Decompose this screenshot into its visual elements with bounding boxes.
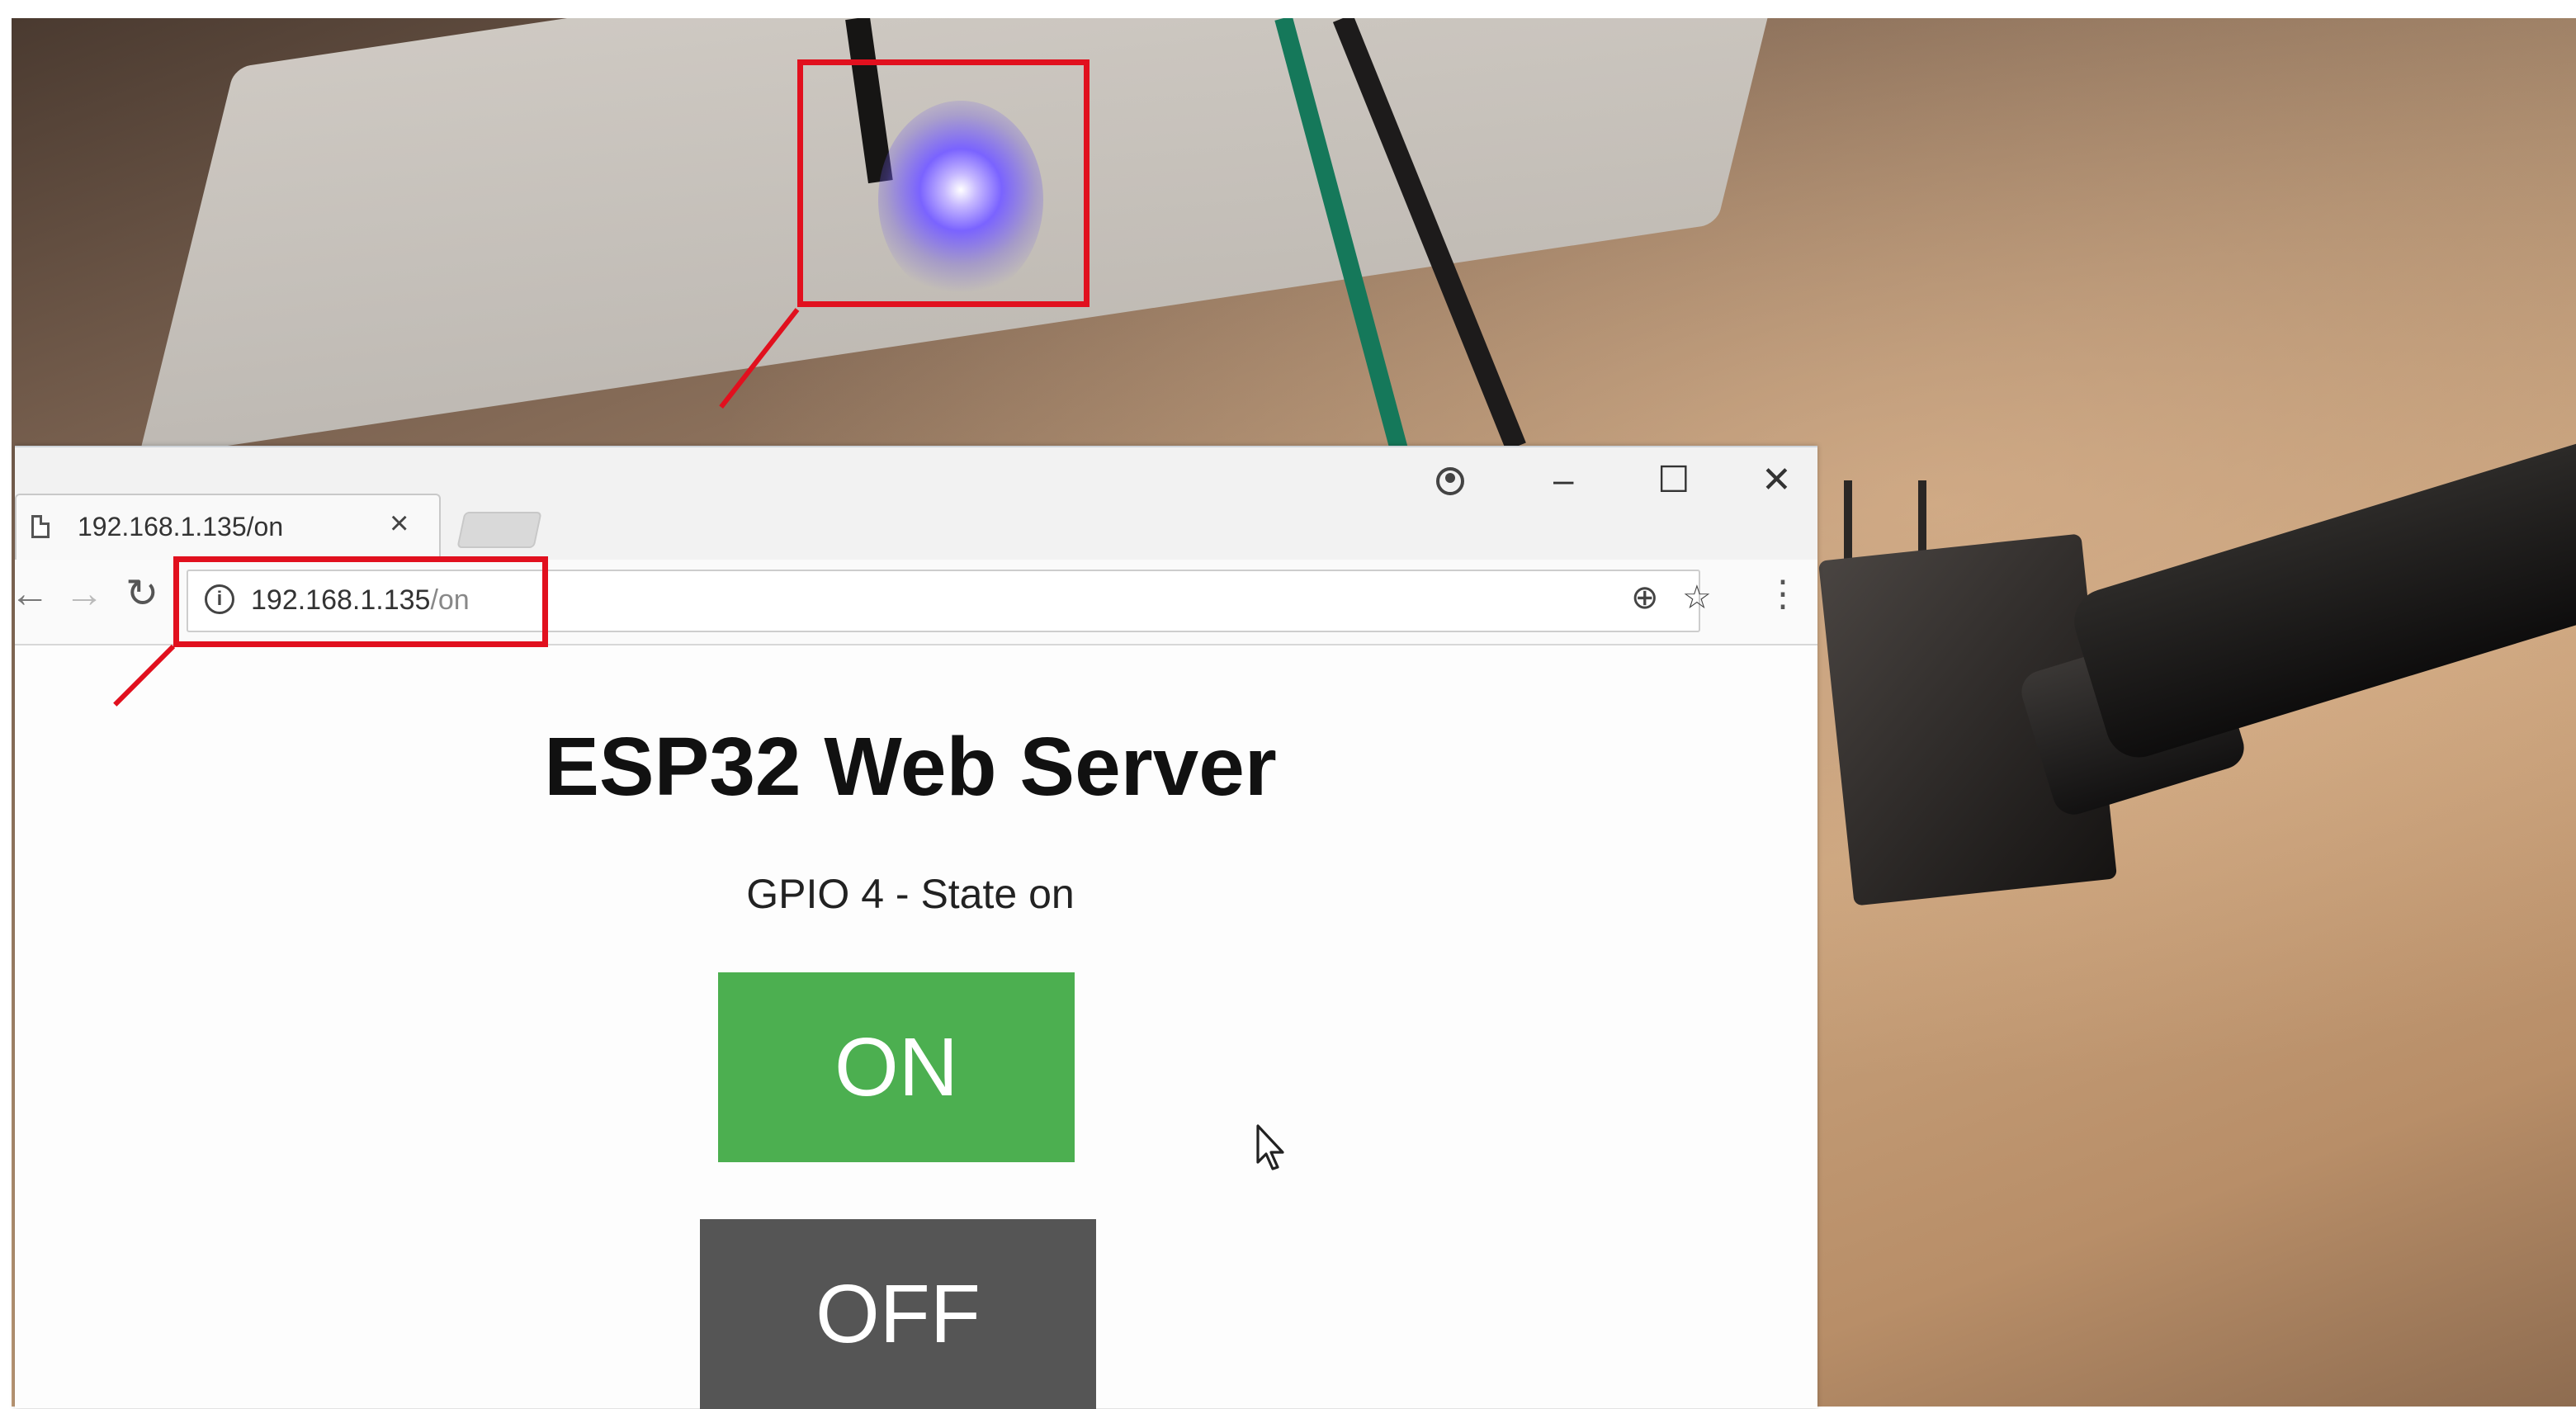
maximize-button[interactable]: ☐ (1657, 462, 1690, 499)
profile-icon[interactable] (1436, 467, 1464, 495)
on-button[interactable]: ON (718, 972, 1075, 1162)
forward-arrow-icon[interactable]: → (64, 574, 104, 614)
url-highlight-box (173, 556, 548, 647)
kebab-menu-icon[interactable]: ⋮ (1765, 576, 1801, 612)
off-button[interactable]: OFF (700, 1219, 1096, 1409)
tab-close-icon[interactable]: × (390, 507, 409, 540)
browser-tab[interactable]: 192.168.1.135/on × (15, 494, 441, 561)
usb-cable (2066, 430, 2576, 766)
led-highlight-box (797, 59, 1089, 307)
title-bar: 192.168.1.135/on × – ☐ ✕ (15, 447, 1817, 561)
new-tab-button[interactable] (456, 512, 542, 548)
minimize-button[interactable]: – (1553, 462, 1573, 499)
zoom-icon[interactable]: ⊕ (1631, 581, 1659, 614)
mouse-cursor-icon (1256, 1124, 1284, 1170)
document-icon (31, 515, 50, 538)
page-title: ESP32 Web Server (544, 721, 1277, 813)
page-content: ESP32 Web Server GPIO 4 - State on ON OF… (15, 645, 1817, 1409)
tab-title: 192.168.1.135/on (78, 512, 284, 541)
gpio-state-text: GPIO 4 - State on (746, 871, 1075, 917)
reload-icon[interactable]: ↻ (125, 574, 158, 614)
back-arrow-icon[interactable]: ← (10, 574, 50, 614)
star-icon[interactable]: ☆ (1682, 581, 1712, 614)
close-window-button[interactable]: ✕ (1761, 462, 1792, 499)
